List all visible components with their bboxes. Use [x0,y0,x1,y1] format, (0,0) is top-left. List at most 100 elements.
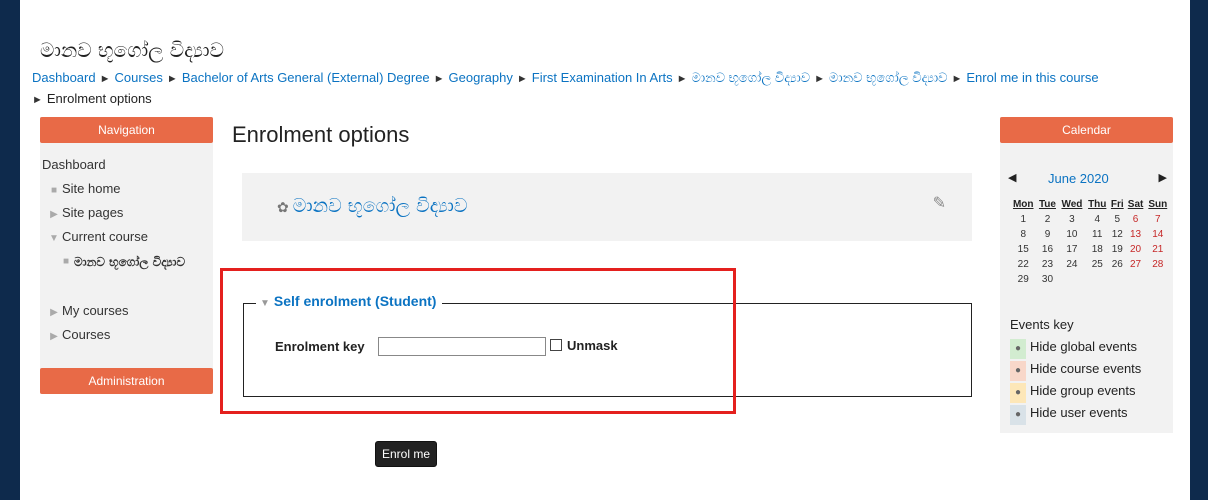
calendar-day[interactable]: 3 [1058,212,1085,227]
calendar-day[interactable]: 29 [1010,272,1036,287]
nav-course-item[interactable]: ■ මානව භූගෝල විද්‍යාව [40,249,213,293]
bullet-icon: ■ [50,185,58,196]
calendar-week: 1234567 [1010,212,1170,227]
weekday-header: Fri [1110,198,1124,210]
hide-group-events[interactable]: ● Hide group events [1010,381,1165,403]
calendar-day[interactable]: 1 [1010,212,1036,227]
calendar-day[interactable]: 11 [1085,227,1109,242]
hide-course-events[interactable]: ● Hide course events [1010,359,1165,381]
calendar-day[interactable]: 14 [1146,227,1170,242]
breadcrumb-separator-icon: ► [166,73,178,85]
calendar-day[interactable]: 2 [1036,212,1058,227]
calendar-day[interactable]: 15 [1010,242,1036,257]
breadcrumb-degree[interactable]: Bachelor of Arts General (External) Degr… [182,70,430,85]
enrol-me-button[interactable]: Enrol me [375,441,438,467]
weekday-header: Tue [1038,198,1056,210]
eye-icon: ● [1010,339,1026,359]
calendar-block: Calendar ◀ June 2020 ▶ Mon Tue Wed Thu Fri Sa… [1000,117,1173,433]
nav-current-course[interactable]: ▼ Current course [40,225,213,249]
calendar-day[interactable]: 26 [1109,257,1125,272]
calendar-grid: Mon Tue Wed Thu Fri Sat Sun 1 2 3 4 5 6 7 8 9 10 11 12 13 1… [1010,196,1170,287]
nav-dashboard[interactable]: Dashboard [40,153,213,177]
nav-my-courses-label: My courses [62,303,129,318]
breadcrumb-first-exam[interactable]: First Examination In Arts [532,70,673,85]
eye-icon: ● [1010,361,1026,381]
calendar-day[interactable]: 19 [1109,242,1125,257]
nav-courses[interactable]: ▶ Courses [40,323,213,347]
weekday-header: Sat [1127,198,1144,210]
nav-courses-label: Courses [62,327,111,342]
page-heading: Enrolment options [232,122,410,147]
course-name: මානව භූගෝල විද්‍යාව [292,195,468,217]
course-icon: ✿ [277,200,289,216]
calendar-week: 29 30 [1010,272,1170,287]
nav-site-home-label: Site home [62,181,121,196]
breadcrumb-separator-icon: ► [814,73,825,85]
breadcrumb-enrol[interactable]: Enrol me in this course [966,70,1098,85]
calendar-day[interactable]: 12 [1109,227,1125,242]
next-month-icon[interactable]: ▶ [1159,171,1167,184]
site-title: මානව භූගෝල විද්‍යාව [40,38,224,62]
edit-icon[interactable]: ✎ [933,193,946,213]
nav-site-pages[interactable]: ▶ Site pages [40,201,213,225]
breadcrumb-separator-icon: ► [676,73,688,85]
administration-header[interactable]: Administration [40,368,213,394]
calendar-day[interactable]: 16 [1036,242,1058,257]
nav-my-courses[interactable]: ▶ My courses [40,299,213,323]
calendar-day[interactable]: 4 [1085,212,1109,227]
calendar-day[interactable]: 17 [1058,242,1085,257]
calendar-week: 15 16 17 18 19 20 21 [1010,242,1170,257]
breadcrumb-geography[interactable]: Geography [449,70,513,85]
nav-current-course-label: Current course [62,229,148,244]
breadcrumb-courses[interactable]: Courses [115,70,163,85]
calendar-month[interactable]: June 2020 [1048,171,1109,186]
weekday-header: Wed [1061,198,1083,210]
breadcrumb-separator-icon: ► [32,94,43,106]
bullet-icon: ■ [62,256,70,267]
calendar-day[interactable]: 21 [1146,242,1170,257]
course-box: ✿ මානව භූගෝල විද්‍යාව ✎ [242,173,972,241]
calendar-day [1126,272,1146,287]
highlight-box [220,268,736,414]
eye-icon: ● [1010,383,1026,403]
calendar-day[interactable]: 28 [1146,257,1170,272]
calendar-day[interactable]: 10 [1058,227,1085,242]
previous-month-icon[interactable]: ◀ [1008,171,1016,184]
breadcrumb-separator-icon: ► [433,73,445,85]
calendar-week: 22 23 24 25 26 27 28 [1010,257,1170,272]
calendar-day[interactable]: 7 [1146,212,1170,227]
calendar-day [1058,272,1085,287]
calendar-day[interactable]: 5 [1109,212,1125,227]
breadcrumb-course[interactable]: මානව භූගෝල විද්‍යාව [829,70,948,85]
calendar-day[interactable]: 13 [1126,227,1146,242]
calendar-day[interactable]: 22 [1010,257,1036,272]
breadcrumb-dashboard[interactable]: Dashboard [32,70,96,85]
navigation-tree: Dashboard ■ Site home ▶ Site pages ▼ Curren… [40,143,213,347]
nav-dashboard-label: Dashboard [42,157,106,172]
calendar-day[interactable]: 20 [1126,242,1146,257]
calendar-day[interactable]: 8 [1010,227,1036,242]
collapse-arrow-icon: ▼ [49,233,59,244]
hide-user-events[interactable]: ● Hide user events [1010,403,1165,425]
nav-course-label: මානව භූගෝල විද්‍යාව [74,255,186,269]
breadcrumb-course-category[interactable]: මානව භූගෝල විද්‍යාව [692,70,811,85]
breadcrumb-current: Enrolment options [46,91,152,106]
hide-course-events-label: Hide course events [1030,361,1142,376]
events-key-title: Events key [1010,317,1074,332]
navigation-block: Navigation Dashboard ■ Site home ▶ Site pa… [40,117,213,394]
calendar-day[interactable]: 30 [1036,272,1058,287]
calendar-day[interactable]: 9 [1036,227,1058,242]
hide-global-events[interactable]: ● Hide global events [1010,337,1165,359]
breadcrumb-separator-icon: ► [99,73,111,85]
calendar-day [1085,272,1109,287]
page-body: මානව භූගෝල විද්‍යාව Dashboard ► Courses ► Ba… [20,0,1190,500]
nav-site-home[interactable]: ■ Site home [40,177,213,201]
calendar-day[interactable]: 24 [1058,257,1085,272]
nav-site-pages-label: Site pages [62,205,124,220]
calendar-day[interactable]: 27 [1126,257,1146,272]
calendar-day[interactable]: 18 [1085,242,1109,257]
course-link[interactable]: ✿ මානව භූගෝල විද්‍යාව [277,195,468,217]
calendar-day[interactable]: 23 [1036,257,1058,272]
calendar-day[interactable]: 6 [1126,212,1146,227]
calendar-day[interactable]: 25 [1085,257,1109,272]
